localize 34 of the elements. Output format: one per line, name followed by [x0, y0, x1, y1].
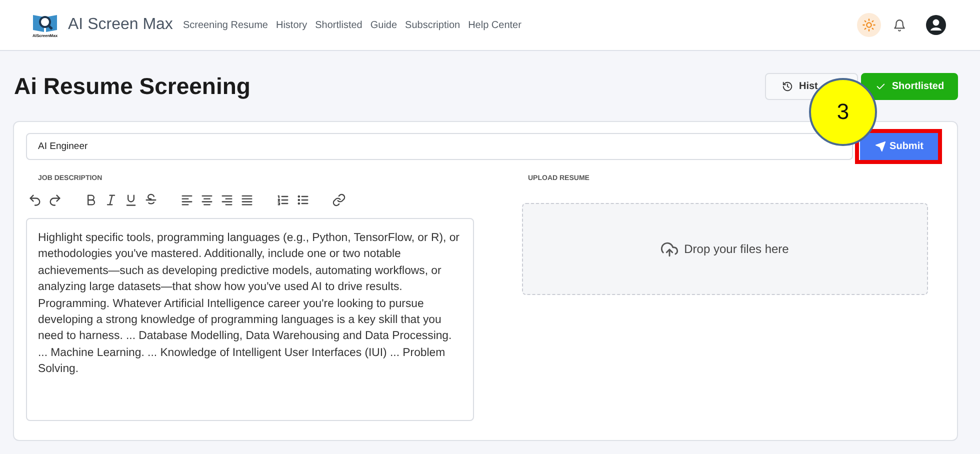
file-dropzone[interactable]: Drop your files here	[522, 203, 928, 295]
underline-icon[interactable]	[124, 193, 138, 207]
redo-icon[interactable]	[48, 193, 62, 207]
align-right-icon[interactable]	[220, 193, 234, 207]
align-center-icon[interactable]	[200, 193, 214, 207]
link-icon[interactable]	[332, 193, 346, 207]
nav-link[interactable]: Subscription	[405, 20, 460, 30]
paper-plane-icon	[874, 141, 886, 152]
bullet-list-icon[interactable]	[296, 193, 310, 207]
check-icon	[874, 80, 886, 92]
numbered-list-icon[interactable]	[276, 193, 290, 207]
align-justify-icon[interactable]	[240, 193, 254, 207]
description-editor[interactable]: Highlight specific tools, programming languages (e.g., Python, TensorFlow, or R), or methodologies you've mastered. Additionally, include one or two notable achievements—such as developing predictive models, automating workflows, or analyzing large datasets—that show how you've used AI to drive results. Programming. Whatever Artificial Intelligence career you're looking to pursue developing a strong knowledge of programming languages is a key skill that you need to harness. ... Database Modelling, Data Warehousing and Data Processing. ... Machine Learning. ... Knowledge of Intelligent User Interfaces (IUI) ... Problem Solving.	[26, 218, 474, 421]
nav-link[interactable]: History	[276, 20, 308, 30]
nav-link[interactable]: Shortlisted	[315, 20, 362, 30]
dropzone-text: Drop your files here	[684, 242, 789, 256]
history-icon	[782, 80, 793, 92]
cloud-upload-icon	[661, 240, 678, 258]
nav-link[interactable]: Help Center	[468, 20, 522, 30]
nav-link[interactable]: Screening Resume	[182, 20, 268, 30]
italic-icon[interactable]	[104, 193, 118, 207]
sun-icon	[862, 18, 876, 32]
page-title: Ai Resume Screening	[14, 72, 250, 100]
theme-toggle[interactable]	[857, 13, 881, 37]
avatar-icon[interactable]	[926, 15, 946, 35]
nav-link[interactable]: Guide	[370, 20, 398, 30]
undo-icon[interactable]	[28, 193, 42, 207]
submit-button[interactable]: Submit	[860, 133, 938, 160]
brand-name[interactable]: AI Screen Max	[68, 16, 173, 34]
book-magnifier-icon	[32, 12, 58, 32]
align-left-icon[interactable]	[180, 193, 194, 207]
job-title-field[interactable]: AI Engineer	[26, 133, 853, 160]
bell-icon[interactable]	[893, 18, 906, 32]
strikethrough-icon[interactable]	[144, 193, 158, 207]
